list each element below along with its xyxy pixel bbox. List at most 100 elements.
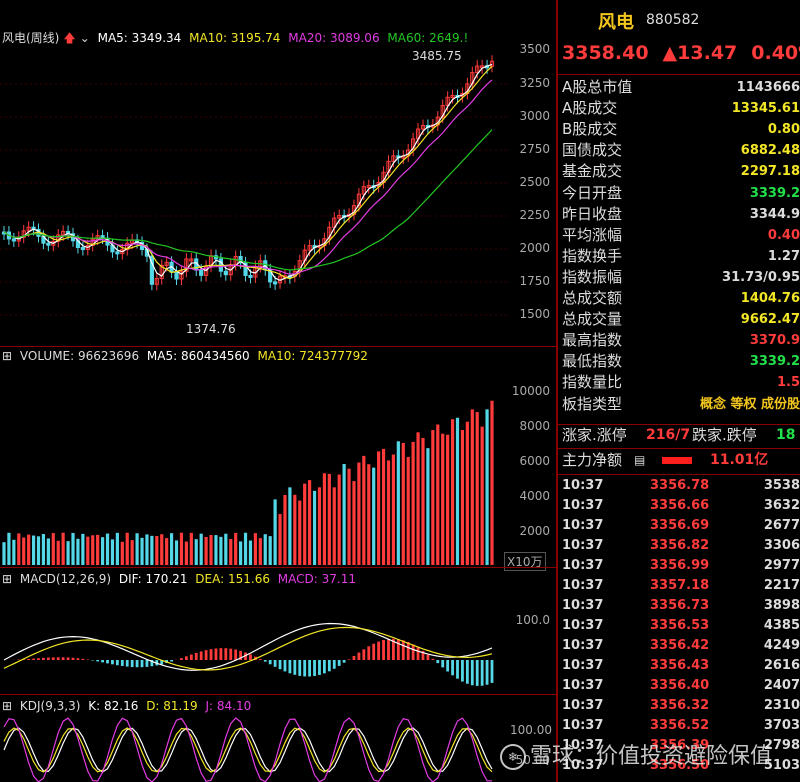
ma60-line bbox=[3, 129, 493, 271]
up-count-value: 216/7 bbox=[646, 427, 691, 443]
info-row: 最高指数 3370.9 bbox=[558, 330, 800, 351]
macd-bar bbox=[318, 660, 321, 675]
kdj-legend: ⊞ KDJ(9,3,3) K: 82.16 D: 81.19 J: 84.10 bbox=[2, 698, 255, 714]
up-arrow-icon[interactable]: 🡅 bbox=[63, 31, 75, 45]
macd-bar bbox=[367, 646, 371, 660]
macd-bar bbox=[352, 655, 356, 660]
tick-time: 10:37 bbox=[562, 718, 604, 733]
volume-bar bbox=[174, 540, 179, 565]
info-row: B股成交 0.80 bbox=[558, 119, 800, 140]
price-axis-tick: 3000 bbox=[519, 109, 550, 123]
down-count-label: 跌家.跌停 bbox=[692, 426, 757, 444]
volume-bar bbox=[283, 495, 287, 565]
tick-row: 10:37 3356.99 2977 bbox=[558, 556, 800, 576]
volume-bar bbox=[189, 532, 193, 565]
info-row: 平均涨幅 0.40 bbox=[558, 225, 800, 246]
volume-bar bbox=[357, 462, 361, 565]
macd-bar bbox=[180, 658, 183, 660]
macd-bar bbox=[111, 660, 114, 665]
price-row: 3358.40 ▲13.47 0.40% bbox=[562, 42, 800, 64]
tick-volume: 2217 bbox=[763, 578, 800, 593]
volume-bar bbox=[362, 455, 366, 565]
volume-bar bbox=[253, 533, 257, 565]
volume-bar bbox=[406, 456, 410, 565]
ma5-label: MA5: 3349.34 bbox=[97, 31, 182, 45]
volume-bar bbox=[308, 480, 312, 565]
volume-bar bbox=[204, 536, 208, 565]
volume-bar bbox=[455, 417, 460, 565]
volume-bar bbox=[81, 533, 85, 565]
table-icon[interactable]: ▤ bbox=[634, 450, 645, 471]
volume-bar bbox=[263, 534, 267, 565]
macd-bar bbox=[194, 652, 198, 660]
info-value: 1404.76 bbox=[740, 291, 800, 306]
volume-bar bbox=[446, 434, 450, 565]
macd-bar bbox=[461, 660, 464, 682]
low-price-annotation: 1374.76 bbox=[186, 322, 236, 336]
info-row: 最低指数 3339.2 bbox=[558, 351, 800, 372]
info-row: 指数换手 1.27 bbox=[558, 246, 800, 267]
volume-bar bbox=[184, 541, 188, 565]
kdj-axis-tick: 100.00 bbox=[510, 723, 552, 737]
volume-bar bbox=[396, 441, 400, 565]
info-label: 板指类型 bbox=[562, 394, 623, 413]
volume-bar bbox=[401, 442, 405, 565]
volume-bar bbox=[317, 487, 322, 565]
macd-bar bbox=[120, 660, 124, 666]
volume-bar bbox=[155, 536, 159, 565]
volume-bar bbox=[450, 419, 455, 565]
index-code: 880582 bbox=[646, 12, 700, 28]
info-value: 概念 等权 成份股 bbox=[699, 396, 800, 412]
info-row: 板指类型 概念 等权 成份股 bbox=[558, 394, 800, 415]
volume-toggle-icon[interactable]: ⊞ bbox=[2, 349, 12, 363]
volume-bar bbox=[194, 539, 198, 565]
volume-bar bbox=[179, 532, 184, 565]
volume-bar bbox=[86, 536, 90, 565]
volume-bar bbox=[115, 532, 119, 565]
volume-bar bbox=[27, 534, 31, 565]
volume-bar bbox=[234, 532, 238, 565]
volume-axis-tick: 4000 bbox=[519, 489, 550, 503]
price-axis-tick: 1750 bbox=[519, 274, 550, 288]
volume-bar bbox=[248, 540, 253, 565]
volume-bar bbox=[51, 533, 55, 565]
tick-price: 3356.99 bbox=[650, 558, 710, 573]
tick-price: 3356.52 bbox=[650, 718, 710, 733]
tick-volume: 2407 bbox=[763, 678, 800, 693]
tick-price: 3356.42 bbox=[650, 638, 710, 653]
ma60-label: MA60: 2649.! bbox=[387, 31, 469, 45]
macd-bar bbox=[51, 657, 55, 660]
tick-row: 10:37 3356.78 3538 bbox=[558, 476, 800, 496]
candle-body bbox=[248, 274, 253, 278]
info-row: 今日开盘 3339.2 bbox=[558, 183, 800, 204]
macd-bar bbox=[135, 660, 139, 668]
volume-bar bbox=[391, 454, 396, 565]
tick-time: 10:37 bbox=[562, 618, 604, 633]
volume-bar bbox=[436, 424, 440, 565]
volume-axis-tick: 10000 bbox=[511, 384, 550, 398]
main-force-label: 主力净额 bbox=[562, 451, 623, 469]
volume-bar bbox=[273, 499, 277, 565]
volume-bar bbox=[12, 539, 16, 565]
volume-bar bbox=[71, 532, 75, 565]
volume-bar bbox=[322, 473, 327, 565]
d-label: D: 81.19 bbox=[146, 699, 198, 713]
volume-bar bbox=[56, 540, 60, 565]
volume-bar bbox=[416, 432, 420, 565]
kdj-toggle-icon[interactable]: ⊞ bbox=[2, 699, 12, 713]
info-value: 3370.9 bbox=[749, 333, 800, 349]
macd-bar bbox=[115, 660, 119, 666]
chevron-down-icon[interactable]: ⌄ bbox=[80, 31, 90, 45]
macd-bar bbox=[485, 660, 489, 685]
tick-volume: 3538 bbox=[763, 478, 800, 493]
macd-axis-tick: 100.0 bbox=[515, 613, 550, 627]
macd-toggle-icon[interactable]: ⊞ bbox=[2, 572, 12, 586]
macd-bar bbox=[199, 651, 203, 660]
kline-chart-area[interactable]: 风电(周线) 🡅 ⌄ MA5: 3349.34 MA10: 3195.74 MA20… bbox=[0, 0, 556, 782]
price-legend: 风电(周线) 🡅 ⌄ MA5: 3349.34 MA10: 3195.74 MA20… bbox=[2, 30, 472, 46]
volume-label: VOLUME: 96623696 bbox=[19, 349, 140, 363]
chart-canvas[interactable] bbox=[0, 0, 556, 782]
macd-bar bbox=[475, 660, 479, 686]
volume-bar bbox=[125, 532, 129, 565]
tick-row: 10:37 3356.52 3703 bbox=[558, 716, 800, 736]
